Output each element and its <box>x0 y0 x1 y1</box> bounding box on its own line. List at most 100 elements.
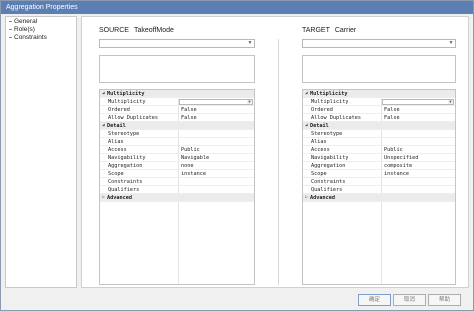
source-prop-alias[interactable]: Alias <box>100 138 254 146</box>
prop-key: Scope <box>108 171 124 177</box>
prop-value: Unspecified <box>384 155 419 161</box>
nav-item-roles[interactable]: Role(s) <box>9 26 35 34</box>
collapse-triangle-icon[interactable]: ◢ <box>305 122 308 130</box>
multiplicity-select[interactable]: ▼ <box>382 99 454 105</box>
prop-key: Allow Duplicates <box>108 115 158 121</box>
chevron-down-icon[interactable]: ▼ <box>247 41 253 46</box>
target-prop-aggregation[interactable]: Aggregation composite <box>303 162 455 170</box>
nav-item-general[interactable]: General <box>9 18 37 26</box>
prop-value: Navigable <box>181 155 210 161</box>
tree-line-icon <box>9 29 12 30</box>
collapse-triangle-icon[interactable]: ◢ <box>102 90 105 98</box>
chevron-down-icon[interactable]: ▼ <box>448 100 453 104</box>
prop-key: Navigability <box>311 155 349 161</box>
nav-item-label: Role(s) <box>14 26 35 33</box>
nav-item-label: Constraints <box>14 34 47 41</box>
prop-key: Multiplicity <box>311 99 349 105</box>
source-prop-multiplicity[interactable]: Multiplicity ▼ <box>100 98 254 106</box>
target-prop-stereotype[interactable]: Stereotype <box>303 130 455 138</box>
expand-triangle-icon[interactable]: ▷ <box>102 194 105 202</box>
prop-value: False <box>384 107 400 113</box>
source-prop-aggregation[interactable]: Aggregation none <box>100 162 254 170</box>
category-label: Advanced <box>107 195 132 201</box>
target-category-detail[interactable]: ◢ Detail <box>303 122 455 130</box>
prop-key: Multiplicity <box>108 99 146 105</box>
prop-value: False <box>181 115 197 121</box>
chevron-down-icon[interactable]: ▼ <box>247 100 252 104</box>
prop-value: False <box>181 107 197 113</box>
prop-key: Navigability <box>108 155 146 161</box>
source-prop-ordered[interactable]: Ordered False <box>100 106 254 114</box>
target-category-advanced[interactable]: ▷ Advanced <box>303 194 455 202</box>
target-prop-qualifiers[interactable]: Qualifiers <box>303 186 455 194</box>
prop-value: Public <box>181 147 200 153</box>
prop-key: Qualifiers <box>311 187 343 193</box>
source-label: SOURCE <box>99 27 129 34</box>
prop-value: False <box>384 115 400 121</box>
target-label: TARGET <box>302 27 330 34</box>
source-role-combo[interactable]: ▼ <box>99 39 255 48</box>
prop-key: Ordered <box>108 107 130 113</box>
target-prop-constraints[interactable]: Constraints <box>303 178 455 186</box>
category-label: Advanced <box>310 195 335 201</box>
cancel-button[interactable]: 取消 <box>393 294 426 306</box>
source-prop-qualifiers[interactable]: Qualifiers <box>100 186 254 194</box>
target-notes-box[interactable] <box>302 55 456 83</box>
nav-item-constraints[interactable]: Constraints <box>9 34 47 42</box>
prop-key: Stereotype <box>108 131 140 137</box>
prop-key: Access <box>311 147 330 153</box>
source-category-multiplicity[interactable]: ◢ Multiplicity <box>100 90 254 98</box>
source-prop-navigability[interactable]: Navigability Navigable <box>100 154 254 162</box>
prop-key: Allow Duplicates <box>311 115 361 121</box>
help-button[interactable]: 帮助 <box>428 294 461 306</box>
ok-button[interactable]: 确定 <box>358 294 391 306</box>
source-element-name: TakeoffMode <box>133 27 174 34</box>
prop-key: Alias <box>311 139 327 145</box>
prop-key: Constraints <box>108 179 143 185</box>
target-prop-navigability[interactable]: Navigability Unspecified <box>303 154 455 162</box>
window-title: Aggregation Properties <box>1 1 473 14</box>
target-prop-allow-duplicates[interactable]: Allow Duplicates False <box>303 114 455 122</box>
source-prop-stereotype[interactable]: Stereotype <box>100 130 254 138</box>
source-prop-allow-duplicates[interactable]: Allow Duplicates False <box>100 114 254 122</box>
prop-key: Constraints <box>311 179 346 185</box>
column-divider <box>278 39 279 285</box>
prop-value: Public <box>384 147 403 153</box>
collapse-triangle-icon[interactable]: ◢ <box>305 90 308 98</box>
source-prop-scope[interactable]: Scope instance <box>100 170 254 178</box>
target-element-name: Carrier <box>334 27 357 34</box>
prop-key: Aggregation <box>311 163 346 169</box>
target-prop-multiplicity[interactable]: Multiplicity ▼ <box>303 98 455 106</box>
target-prop-alias[interactable]: Alias <box>303 138 455 146</box>
target-prop-scope[interactable]: Scope instance <box>303 170 455 178</box>
target-category-multiplicity[interactable]: ◢ Multiplicity <box>303 90 455 98</box>
prop-key: Access <box>108 147 127 153</box>
source-heading: SOURCE TakeoffMode <box>99 27 174 35</box>
source-category-advanced[interactable]: ▷ Advanced <box>100 194 254 202</box>
source-property-grid: ◢ Multiplicity Multiplicity ▼ Ordered Fa… <box>99 89 255 285</box>
roles-panel: SOURCE TakeoffMode ▼ ◢ Multiplicity Multi… <box>81 16 469 288</box>
prop-key: Ordered <box>311 107 333 113</box>
prop-value: instance <box>181 171 206 177</box>
multiplicity-select[interactable]: ▼ <box>179 99 253 105</box>
prop-key: Scope <box>311 171 327 177</box>
category-label: Detail <box>310 123 329 129</box>
prop-value: composite <box>384 163 413 169</box>
collapse-triangle-icon[interactable]: ◢ <box>102 122 105 130</box>
source-notes-box[interactable] <box>99 55 255 83</box>
prop-value: instance <box>384 171 409 177</box>
source-prop-access[interactable]: Access Public <box>100 146 254 154</box>
source-prop-constraints[interactable]: Constraints <box>100 178 254 186</box>
target-prop-access[interactable]: Access Public <box>303 146 455 154</box>
chevron-down-icon[interactable]: ▼ <box>448 41 454 46</box>
prop-key: Qualifiers <box>108 187 140 193</box>
target-prop-ordered[interactable]: Ordered False <box>303 106 455 114</box>
category-label: Detail <box>107 123 126 129</box>
prop-key: Stereotype <box>311 131 343 137</box>
source-category-detail[interactable]: ◢ Detail <box>100 122 254 130</box>
target-property-grid: ◢ Multiplicity Multiplicity ▼ Ordered Fa… <box>302 89 456 285</box>
target-role-combo[interactable]: ▼ <box>302 39 456 48</box>
expand-triangle-icon[interactable]: ▷ <box>305 194 308 202</box>
aggregation-properties-dialog: Aggregation Properties General Role(s) C… <box>0 0 474 311</box>
prop-key: Alias <box>108 139 124 145</box>
